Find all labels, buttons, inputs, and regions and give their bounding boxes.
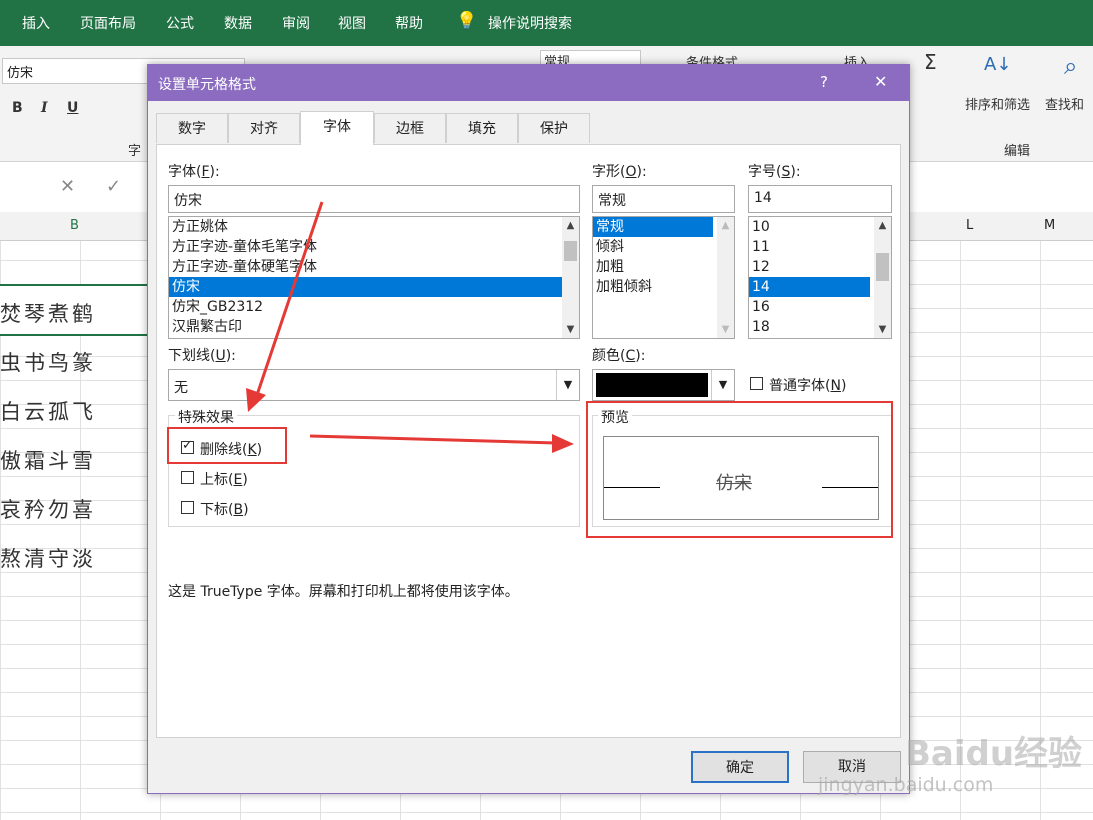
annotation-arrows <box>246 201 574 453</box>
tab-font[interactable]: 字体 <box>300 111 374 145</box>
watermark-url: jingyan.baidu.com <box>818 774 994 796</box>
annotation-arrow <box>254 201 324 399</box>
arrow-head-icon <box>552 434 574 453</box>
arrow-head-icon <box>246 388 266 412</box>
watermark-brand: Baidu经验 <box>905 734 1083 774</box>
annotation-arrow <box>309 434 557 445</box>
